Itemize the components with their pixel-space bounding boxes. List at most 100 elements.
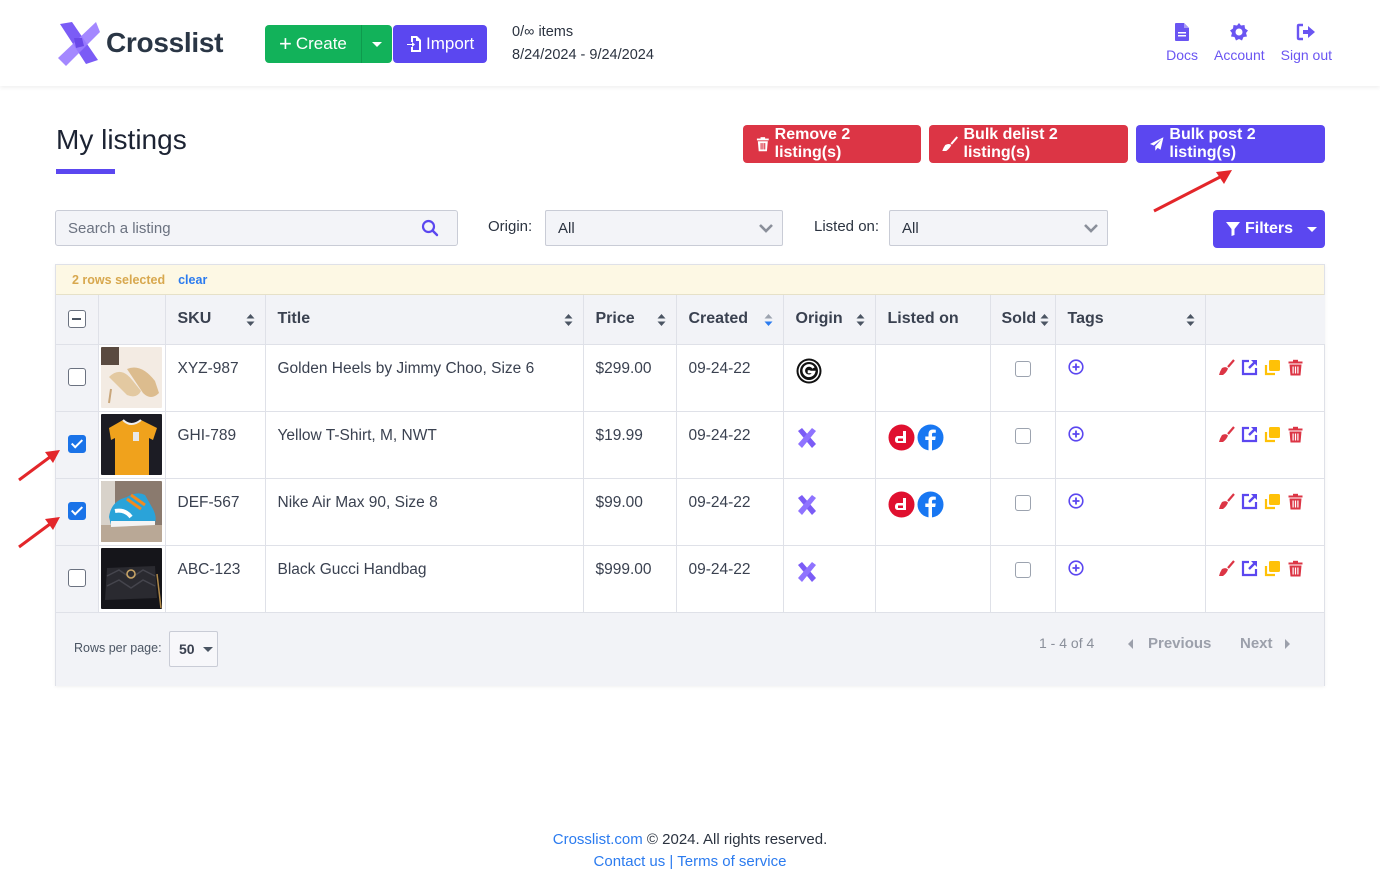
- usage-period: 8/24/2024 - 9/24/2024: [512, 47, 654, 63]
- add-tag-icon[interactable]: [1067, 492, 1084, 509]
- column-header-origin[interactable]: Origin: [783, 295, 876, 345]
- trash-icon[interactable]: [1287, 493, 1304, 510]
- previous-page-button[interactable]: Previous: [1128, 635, 1211, 652]
- sku-cell: ABC-123: [165, 545, 266, 613]
- bulk-remove-button[interactable]: Remove 2 listing(s): [743, 125, 921, 163]
- chevron-down-icon: [1084, 224, 1098, 233]
- sign-out-link[interactable]: Sign out: [1281, 22, 1332, 63]
- origin-select[interactable]: All: [545, 210, 783, 246]
- table-row[interactable]: ABC-123 Black Gucci Handbag $999.00 09-2…: [56, 545, 1325, 613]
- column-header-price[interactable]: Price: [583, 295, 677, 345]
- product-image: [100, 480, 162, 542]
- trash-icon[interactable]: [1287, 560, 1304, 577]
- logo[interactable]: Crosslist: [54, 18, 223, 68]
- column-header-created[interactable]: Created: [676, 295, 784, 345]
- import-label: Import: [426, 34, 475, 53]
- account-link[interactable]: Account: [1214, 22, 1265, 63]
- search-icon[interactable]: [421, 219, 439, 237]
- column-header-sold[interactable]: Sold: [990, 295, 1056, 345]
- column-header-title[interactable]: Title: [265, 295, 584, 345]
- duplicate-icon[interactable]: [1264, 560, 1281, 577]
- sort-desc-icon: [764, 314, 772, 326]
- listed-on-cell: [875, 344, 991, 412]
- image-cell: [98, 411, 166, 479]
- title-cell[interactable]: Black Gucci Handbag: [265, 545, 584, 613]
- trash-icon: [756, 137, 769, 152]
- rows-per-page-select[interactable]: 50: [169, 631, 218, 667]
- external-link-icon[interactable]: [1241, 493, 1258, 510]
- title-cell[interactable]: Nike Air Max 90, Size 8: [265, 478, 584, 546]
- column-header-tags[interactable]: Tags: [1055, 295, 1206, 345]
- actions-cell: [1205, 478, 1325, 546]
- trash-icon[interactable]: [1287, 426, 1304, 443]
- duplicate-icon[interactable]: [1264, 359, 1281, 376]
- title-cell[interactable]: Golden Heels by Jimmy Choo, Size 6: [265, 344, 584, 412]
- document-icon: [1175, 23, 1190, 41]
- delist-broom-icon[interactable]: [1218, 358, 1235, 376]
- table-row[interactable]: GHI-789 Yellow T-Shirt, M, NWT $19.99 09…: [56, 411, 1325, 479]
- column-label: Created: [688, 310, 749, 328]
- page-footer: Crosslist.com © 2024. All rights reserve…: [0, 829, 1380, 873]
- product-image: [100, 547, 162, 609]
- row-actions: [1218, 492, 1314, 510]
- create-dropdown-toggle[interactable]: [361, 25, 392, 63]
- sold-checkbox[interactable]: [1014, 428, 1031, 445]
- select-all-checkbox[interactable]: [67, 310, 86, 329]
- row-select-checkbox[interactable]: [67, 569, 86, 588]
- create-button[interactable]: + Create: [265, 25, 362, 63]
- next-label: Next: [1240, 635, 1273, 652]
- sold-cell: [990, 411, 1056, 479]
- delist-broom-icon[interactable]: [1218, 425, 1235, 443]
- title-cell[interactable]: Yellow T-Shirt, M, NWT: [265, 411, 584, 479]
- image-cell: [98, 344, 166, 412]
- external-link-icon[interactable]: [1241, 426, 1258, 443]
- caret-down-icon: [371, 41, 382, 47]
- row-select-checkbox[interactable]: [67, 368, 86, 387]
- listed-on-select-value: All: [902, 219, 919, 237]
- delist-broom-icon[interactable]: [1218, 492, 1235, 510]
- image-column-header: [98, 295, 166, 345]
- bulk-post-button[interactable]: Bulk post 2 listing(s): [1136, 125, 1325, 163]
- crosslist-home-link[interactable]: Crosslist.com: [553, 831, 643, 848]
- facebook-logo-icon: [917, 424, 943, 451]
- external-link-icon[interactable]: [1241, 359, 1258, 376]
- caret-down-icon: [202, 646, 213, 652]
- chevron-right-icon: [1284, 638, 1290, 649]
- column-header-listed-on: Listed on: [875, 295, 991, 345]
- row-select-checkbox[interactable]: [67, 435, 86, 454]
- column-header-sku[interactable]: SKU: [165, 295, 266, 345]
- next-page-button[interactable]: Next: [1240, 635, 1290, 652]
- external-link-icon[interactable]: [1241, 560, 1258, 577]
- listings-table: SKU Title Price Created Origin Listed on…: [56, 295, 1325, 613]
- sort-icon: [564, 314, 572, 326]
- terms-of-service-link[interactable]: Terms of service: [677, 853, 786, 870]
- sort-icon: [657, 314, 665, 326]
- search-input[interactable]: [56, 211, 457, 245]
- duplicate-icon[interactable]: [1264, 426, 1281, 443]
- delist-broom-icon[interactable]: [1218, 559, 1235, 577]
- sort-icon: [246, 314, 254, 326]
- table-row[interactable]: DEF-567 Nike Air Max 90, Size 8 $99.00 0…: [56, 478, 1325, 546]
- table-row[interactable]: XYZ-987 Golden Heels by Jimmy Choo, Size…: [56, 344, 1325, 412]
- clear-selection-link[interactable]: clear: [178, 273, 207, 287]
- bulk-delist-button[interactable]: Bulk delist 2 listing(s): [929, 125, 1128, 163]
- sku-cell: XYZ-987: [165, 344, 266, 412]
- sold-cell: [990, 545, 1056, 613]
- crosslist-logo-icon: [797, 561, 816, 582]
- duplicate-icon[interactable]: [1264, 493, 1281, 510]
- listed-on-select[interactable]: All: [889, 210, 1108, 246]
- sold-checkbox[interactable]: [1014, 562, 1031, 579]
- sold-checkbox[interactable]: [1014, 361, 1031, 378]
- contact-us-link[interactable]: Contact us: [594, 853, 666, 870]
- crosslist-logo-icon: [797, 494, 816, 515]
- add-tag-icon[interactable]: [1067, 358, 1084, 375]
- row-select-checkbox[interactable]: [67, 502, 86, 521]
- annotation-arrow: [1153, 170, 1232, 213]
- add-tag-icon[interactable]: [1067, 559, 1084, 576]
- add-tag-icon[interactable]: [1067, 425, 1084, 442]
- filters-button[interactable]: Filters: [1213, 210, 1325, 248]
- import-button[interactable]: Import: [393, 25, 488, 63]
- trash-icon[interactable]: [1287, 359, 1304, 376]
- sold-checkbox[interactable]: [1014, 495, 1031, 512]
- docs-link[interactable]: Docs: [1166, 22, 1198, 63]
